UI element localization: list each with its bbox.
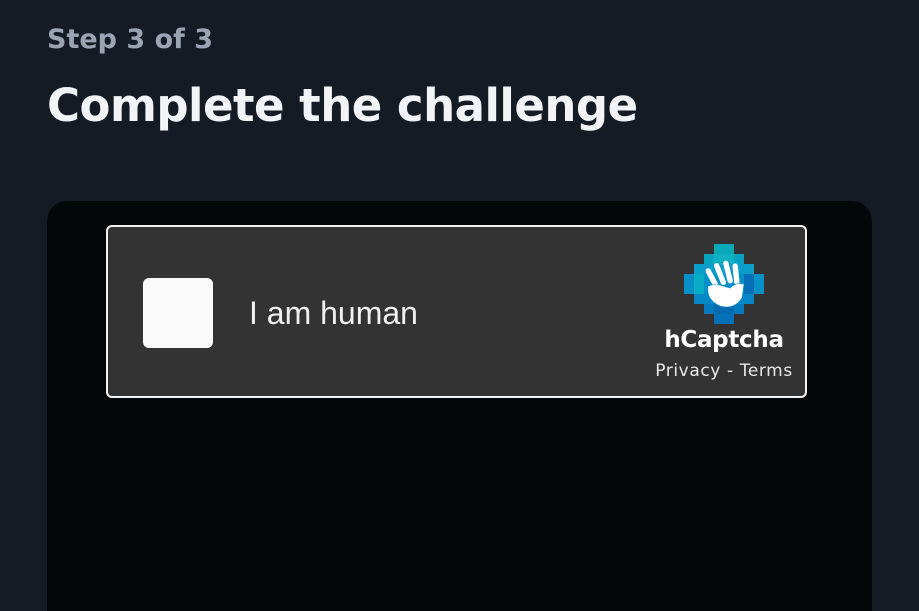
privacy-link[interactable]: Privacy (655, 361, 721, 381)
terms-link[interactable]: Terms (740, 361, 793, 381)
captcha-widget: I am human hCaptcha Privacy - Terms (106, 225, 807, 398)
legal-separator: - (720, 361, 740, 381)
page-title: Complete the challenge (47, 79, 638, 132)
hcaptcha-hand-icon (684, 244, 764, 324)
page: Step 3 of 3 Complete the challenge I am … (0, 0, 919, 611)
captcha-checkbox-label: I am human (249, 295, 418, 331)
hcaptcha-brand-name: hCaptcha (664, 327, 784, 353)
captcha-checkbox[interactable] (143, 278, 213, 348)
step-indicator: Step 3 of 3 (47, 24, 214, 55)
captcha-legal-links: Privacy - Terms (628, 360, 820, 382)
